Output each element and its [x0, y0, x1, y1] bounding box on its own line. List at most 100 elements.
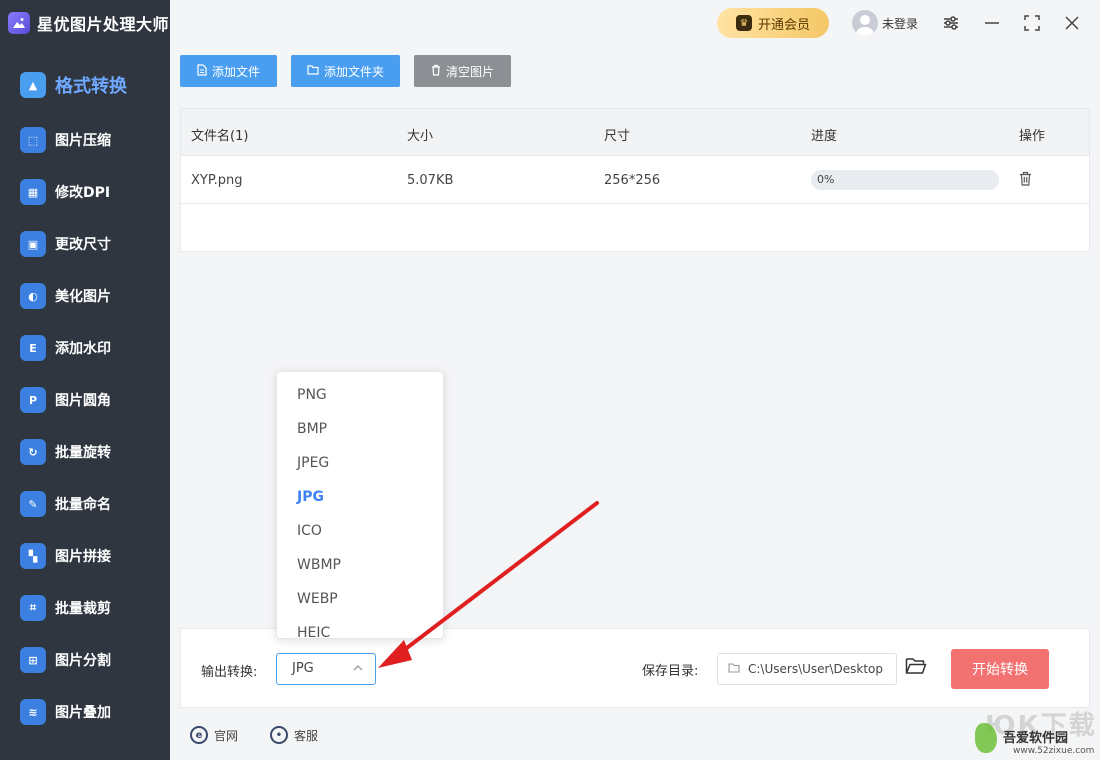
sidebar-item-label: 美化图片	[55, 289, 111, 305]
sidebar-item-stitch[interactable]: ▚ 图片拼接	[0, 530, 170, 582]
sidebar-item-label: 图片拼接	[55, 549, 111, 565]
format-option-png[interactable]: PNG	[277, 378, 443, 412]
chat-icon: •	[270, 726, 288, 744]
dpi-icon: ▦	[20, 179, 46, 205]
browse-folder-icon[interactable]	[905, 657, 927, 679]
app-header: 星优图片处理大师	[0, 0, 170, 46]
column-header-actions: 操作	[1019, 129, 1046, 144]
output-format-value: JPG	[292, 661, 314, 676]
format-option-wbmp[interactable]: WBMP	[277, 548, 443, 582]
file-name: XYP.png	[191, 173, 243, 188]
sidebar-item-label: 添加水印	[55, 341, 111, 357]
file-table: 文件名(1) 大小 尺寸 进度 操作 XYP.png 5.07KB 256*25…	[180, 108, 1090, 252]
leaf-logo-icon	[975, 723, 997, 753]
sidebar-item-split[interactable]: ⊞ 图片分割	[0, 634, 170, 686]
stitch-icon: ▚	[20, 543, 46, 569]
sidebar-item-compress[interactable]: ⬚ 图片压缩	[0, 114, 170, 166]
add-folder-button[interactable]: 添加文件夹	[291, 55, 400, 87]
file-dimensions: 256*256	[604, 173, 661, 188]
format-option-webp[interactable]: WEBP	[277, 582, 443, 616]
vip-button[interactable]: ♛ 开通会员	[717, 8, 829, 38]
beautify-icon: ◐	[20, 283, 46, 309]
close-icon[interactable]	[1061, 12, 1083, 34]
user-label: 未登录	[882, 16, 919, 31]
table-row[interactable]: XYP.png 5.07KB 256*256 0%	[181, 156, 1089, 204]
column-header-progress: 进度	[811, 129, 838, 144]
sidebar-item-dpi[interactable]: ▦ 修改DPI	[0, 166, 170, 218]
layers-icon: ≋	[20, 699, 46, 725]
format-option-bmp[interactable]: BMP	[277, 412, 443, 446]
folder-outline-icon	[728, 662, 740, 676]
user-login[interactable]: 未登录	[852, 10, 918, 36]
support-label: 客服	[294, 728, 319, 743]
start-convert-label: 开始转换	[972, 662, 1028, 678]
sidebar-item-label: 图片分割	[55, 653, 111, 669]
progress-text: 0%	[817, 173, 835, 186]
format-dropdown-list: PNG BMP JPEG JPG ICO WBMP WEBP HEIC	[276, 371, 444, 639]
trash-icon	[431, 64, 441, 79]
sidebar-item-beautify[interactable]: ◐ 美化图片	[0, 270, 170, 322]
start-convert-button[interactable]: 开始转换	[951, 649, 1049, 689]
site-watermark: ЮК下载 吾爱软件园 www.52zixue.com	[975, 705, 1100, 760]
file-size: 5.07KB	[407, 173, 454, 188]
file-icon	[197, 63, 207, 79]
sidebar-item-round-corner[interactable]: P 图片圆角	[0, 374, 170, 426]
sidebar-item-rotate[interactable]: ↻ 批量旋转	[0, 426, 170, 478]
sidebar-item-image-convert[interactable]: ▲ 格式转换	[0, 56, 170, 114]
add-file-label: 添加文件	[211, 64, 260, 79]
sidebar-item-label: 修改DPI	[55, 185, 111, 201]
maximize-icon[interactable]	[1021, 12, 1043, 34]
minimize-icon[interactable]	[981, 12, 1003, 34]
save-dir-value: C:\Users\User\Desktop	[748, 662, 883, 676]
app-logo-icon	[8, 12, 30, 34]
sidebar-item-rename[interactable]: ✎ 批量命名	[0, 478, 170, 530]
format-option-heic[interactable]: HEIC	[277, 616, 443, 638]
vip-label: 开通会员	[757, 17, 810, 33]
clear-images-button[interactable]: 清空图片	[414, 55, 511, 87]
app-title: 星优图片处理大师	[37, 15, 170, 34]
progress-bar: 0%	[811, 170, 999, 190]
sidebar-nav: ▲ 格式转换 ⬚ 图片压缩 ▦ 修改DPI ▣ 更改尺寸 ◐ 美化图片 E 添加水印 P 图片圆角 ↻ 批量旋…	[0, 56, 170, 738]
save-dir-label: 保存目录:	[642, 664, 699, 679]
clear-images-label: 清空图片	[445, 64, 494, 79]
column-header-size: 大小	[407, 129, 434, 144]
support-link[interactable]: • 客服	[270, 726, 318, 744]
sidebar-item-layers[interactable]: ≋ 图片叠加	[0, 686, 170, 738]
website-link[interactable]: e 官网	[190, 726, 238, 744]
settings-icon[interactable]	[940, 12, 962, 34]
sidebar-item-watermark[interactable]: E 添加水印	[0, 322, 170, 374]
sidebar-item-label: 图片叠加	[55, 705, 111, 721]
watermark-icon: E	[20, 335, 46, 361]
rename-icon: ✎	[20, 491, 46, 517]
crop-icon: ⌗	[20, 595, 46, 621]
sidebar-item-label: 图片压缩	[55, 133, 111, 149]
format-option-ico[interactable]: ICO	[277, 514, 443, 548]
sidebar-item-label: 更改尺寸	[55, 237, 111, 253]
compress-icon: ⬚	[20, 127, 46, 153]
output-format-label: 输出转换:	[201, 665, 258, 680]
crown-icon: ♛	[735, 15, 752, 31]
sidebar-item-label: 图片圆角	[55, 393, 111, 409]
save-dir-field[interactable]: C:\Users\User\Desktop	[717, 653, 897, 685]
chevron-up-icon	[353, 662, 363, 675]
format-option-jpg[interactable]: JPG	[277, 480, 443, 514]
watermark-text-url: www.52zixue.com	[1013, 746, 1095, 756]
folder-icon	[307, 64, 319, 78]
sidebar-item-label: 格式转换	[55, 76, 127, 97]
add-file-button[interactable]: 添加文件	[180, 55, 277, 87]
resize-icon: ▣	[20, 231, 46, 257]
rotate-icon: ↻	[20, 439, 46, 465]
table-header: 文件名(1) 大小 尺寸 进度 操作	[181, 109, 1089, 156]
sidebar-item-label: 批量旋转	[55, 445, 111, 461]
output-format-select[interactable]: JPG	[276, 653, 376, 685]
sidebar: 星优图片处理大师 ▲ 格式转换 ⬚ 图片压缩 ▦ 修改DPI ▣ 更改尺寸 ◐ 美化图片 E 添加水印…	[0, 0, 170, 760]
sidebar-item-resize[interactable]: ▣ 更改尺寸	[0, 218, 170, 270]
format-option-jpeg[interactable]: JPEG	[277, 446, 443, 480]
website-label: 官网	[214, 728, 239, 743]
delete-icon[interactable]	[1019, 171, 1033, 187]
title-bar: ♛ 开通会员 未登录	[170, 0, 1100, 46]
browser-icon: e	[190, 726, 208, 744]
column-header-dimensions: 尺寸	[604, 129, 631, 144]
avatar	[852, 10, 878, 36]
sidebar-item-crop[interactable]: ⌗ 批量裁剪	[0, 582, 170, 634]
